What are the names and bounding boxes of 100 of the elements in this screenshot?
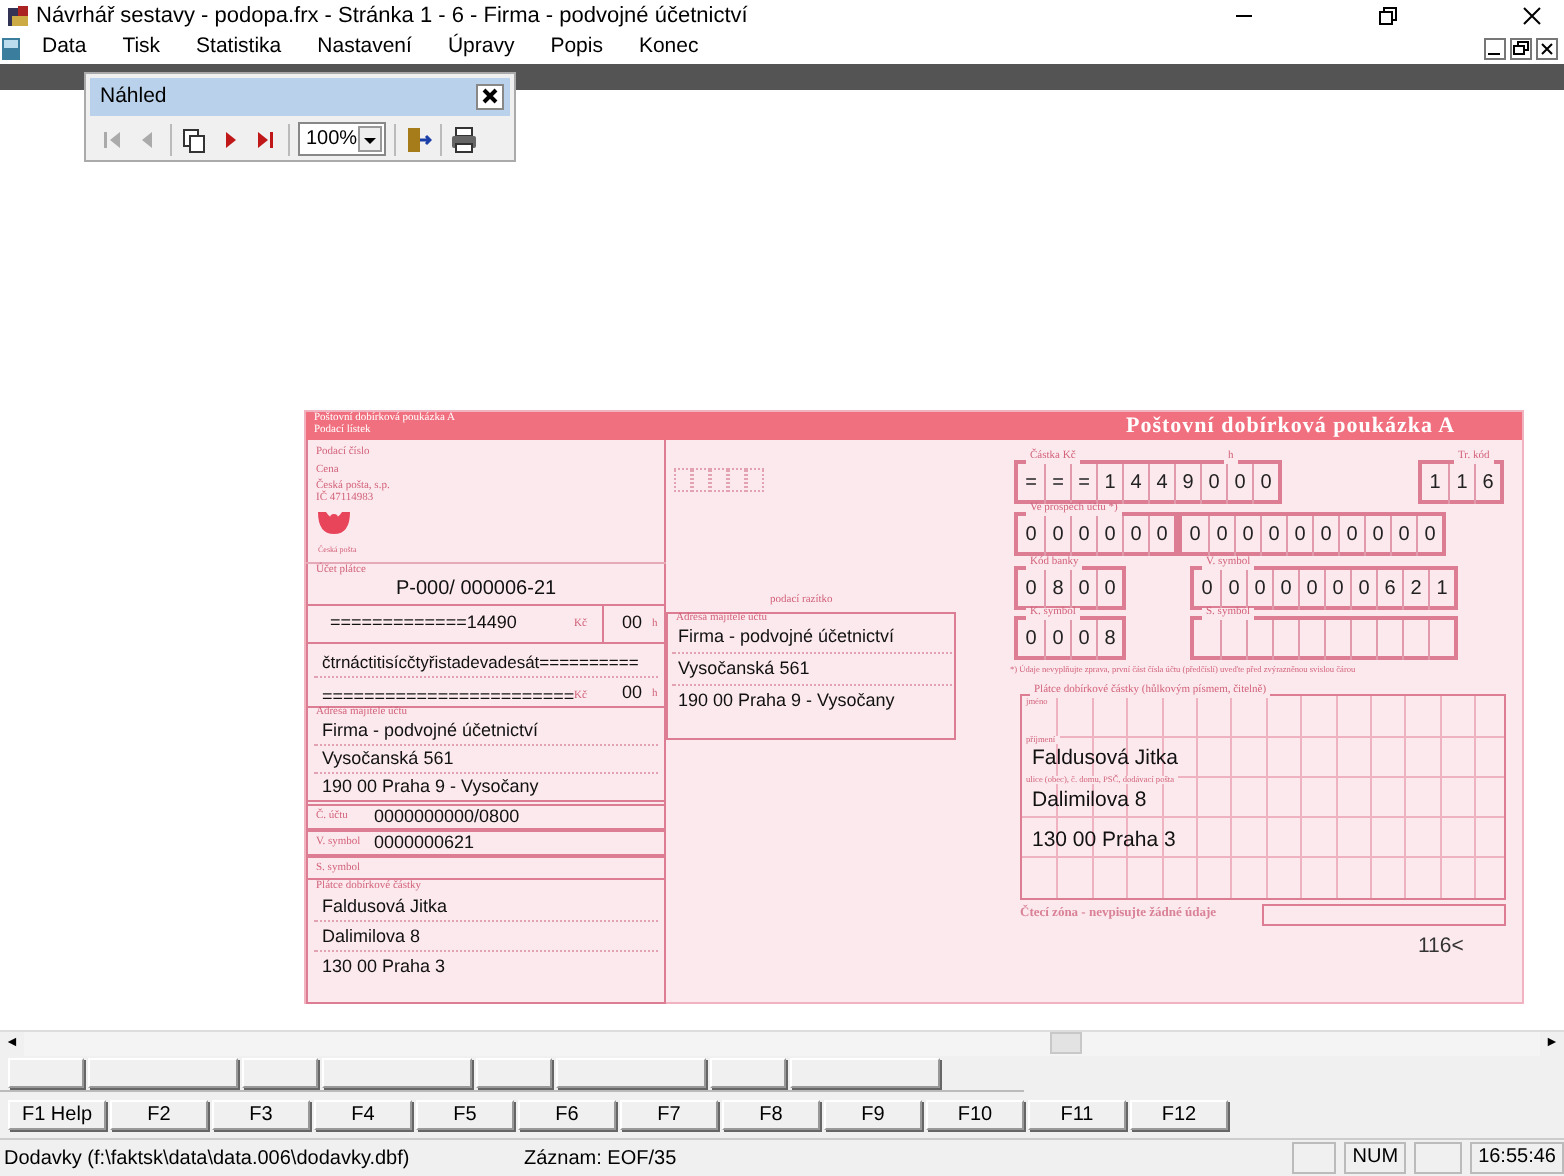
close-button[interactable]: [476, 84, 504, 110]
toolbar-title: Náhled: [100, 81, 167, 112]
function-key-button[interactable]: F12: [1130, 1100, 1228, 1130]
post-logo-icon: [318, 512, 350, 534]
digit: 0: [1234, 516, 1260, 556]
digit: 0: [1023, 522, 1039, 550]
digit: 0: [1350, 570, 1376, 610]
function-key-button[interactable]: F4: [314, 1100, 412, 1130]
function-key-button[interactable]: F6: [518, 1100, 616, 1130]
menu-item[interactable]: Tisk: [104, 32, 179, 64]
digit: 0: [1023, 576, 1039, 604]
function-key-button[interactable]: F11: [1028, 1100, 1126, 1130]
digit: 0: [1338, 516, 1364, 556]
digit: 4: [1122, 464, 1148, 504]
digit: 1: [1428, 570, 1454, 610]
digit: 0: [1208, 516, 1234, 556]
address-line: Firma - podvojné účetnictví: [322, 722, 539, 740]
digit: 0: [1199, 576, 1215, 604]
window-title: Návrhář sestavy - podopa.frx - Stránka 1 - 6 - Firma - podvojné účetnictví: [36, 1, 748, 32]
address-line: 190 00 Praha 9 - Vysočany: [678, 692, 895, 710]
address-line: 130 00 Praha 3: [1032, 830, 1176, 851]
amount-text: ========================: [322, 688, 575, 706]
blank-button[interactable]: [242, 1058, 318, 1088]
symbol-value: 0000000621: [374, 834, 475, 852]
blank-button[interactable]: [790, 1058, 940, 1088]
address-line: Dalimilova 8: [322, 928, 421, 946]
form-title: Poštovní dobírková poukázka A: [1126, 416, 1456, 438]
function-key-button[interactable]: F5: [416, 1100, 514, 1130]
digit: 0: [1272, 570, 1298, 610]
close-icon[interactable]: [1536, 37, 1558, 59]
blank-button[interactable]: [322, 1058, 472, 1088]
digit: 8: [1096, 620, 1122, 660]
digit: =: [1023, 470, 1039, 498]
menu-item[interactable]: Nastavení: [299, 32, 430, 64]
digit: 0: [1312, 516, 1338, 556]
digit: 0: [1252, 464, 1278, 504]
digit: 0: [1364, 516, 1390, 556]
address-line: Dalimilova 8: [1032, 790, 1147, 811]
digit: 0: [1122, 516, 1148, 556]
zoom-value: 100%: [306, 126, 358, 154]
minimize-icon[interactable]: [1484, 37, 1506, 59]
menu-item[interactable]: Popis: [532, 32, 621, 64]
function-key-button[interactable]: F1 Help: [8, 1100, 106, 1130]
amount-words: čtrnáctitisícčtyřistadevadesát==========: [322, 654, 639, 671]
digit: 0: [1148, 516, 1174, 556]
account-number: 0000000000/0800: [374, 808, 520, 826]
function-key-button[interactable]: F3: [212, 1100, 310, 1130]
restore-icon[interactable]: [1376, 4, 1400, 28]
digit: 0: [1324, 570, 1350, 610]
blank-button[interactable]: [476, 1058, 552, 1088]
pages-icon: [180, 125, 208, 153]
function-key-button[interactable]: F7: [620, 1100, 718, 1130]
restore-icon[interactable]: [1510, 37, 1532, 59]
function-key-button[interactable]: F8: [722, 1100, 820, 1130]
blank-button[interactable]: [710, 1058, 786, 1088]
address-line: Faldusová Jitka: [322, 898, 448, 916]
menu-item[interactable]: Statistika: [178, 32, 300, 64]
digit: 0: [1200, 464, 1226, 504]
status-text: Dodavky (f:\faktsk\data\data.006\dodavky.dbf): [2, 1145, 412, 1173]
close-icon[interactable]: [1520, 4, 1544, 28]
menu-item[interactable]: Konec: [620, 32, 717, 64]
caret-icon: [362, 133, 378, 145]
address-line: Vysočanská 561: [322, 750, 454, 768]
print-icon: [450, 125, 478, 153]
status-time: 16:55:46: [1470, 1142, 1564, 1174]
digit: 0: [1298, 570, 1324, 610]
blank-button[interactable]: [88, 1058, 238, 1088]
address-line: Faldusová Jitka: [1032, 748, 1178, 769]
function-key-button[interactable]: F2: [110, 1100, 208, 1130]
scroll-thumb[interactable]: [1050, 1031, 1082, 1053]
digit: 0: [1260, 516, 1286, 556]
document-icon: [0, 35, 24, 61]
blank-button[interactable]: [556, 1058, 706, 1088]
exit-button[interactable]: [404, 125, 432, 153]
status-pane: [1292, 1142, 1337, 1174]
digit: 0: [1416, 516, 1442, 556]
digit: 2: [1402, 570, 1428, 610]
pages-button[interactable]: [180, 125, 208, 153]
digit: 6: [1376, 570, 1402, 610]
digit: 9: [1174, 464, 1200, 504]
menu-item[interactable]: Úpravy: [429, 32, 533, 64]
app-icon: [6, 4, 30, 28]
digit: 0: [1023, 626, 1039, 654]
function-key-button[interactable]: F10: [926, 1100, 1024, 1130]
num-lock-indicator: NUM: [1344, 1142, 1407, 1174]
digit: 0: [1187, 522, 1203, 550]
exit-icon: [404, 125, 432, 153]
address-line: 190 00 Praha 9 - Vysočany: [322, 778, 539, 796]
print-button[interactable]: [450, 125, 478, 153]
digit: 0: [1096, 570, 1122, 610]
menu-item[interactable]: Data: [24, 32, 105, 64]
digit: 0: [1390, 516, 1416, 556]
function-key-button[interactable]: F9: [824, 1100, 922, 1130]
record-status: Záznam: EOF/35: [524, 1145, 677, 1173]
address-line: Vysočanská 561: [678, 660, 810, 678]
blank-button[interactable]: [8, 1058, 84, 1088]
account-number: P-000/ 000006-21: [396, 580, 557, 600]
zoom-dropdown[interactable]: 100%: [298, 122, 386, 156]
code-line: 116<: [1418, 936, 1464, 957]
address-line: Firma - podvojné účetnictví: [678, 628, 895, 646]
